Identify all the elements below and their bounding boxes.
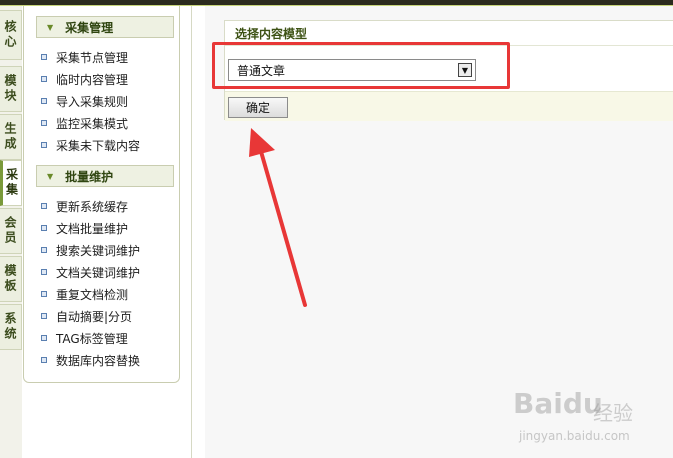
watermark-url: jingyan.baidu.com [519, 429, 630, 443]
baidu-logo: Baidu [513, 387, 603, 420]
arrowhead [249, 128, 275, 157]
watermark-text: 经验 [593, 401, 633, 425]
watermark: Baidu 经验 jingyan.baidu.com [505, 385, 670, 455]
arrow-shaft [258, 146, 307, 307]
